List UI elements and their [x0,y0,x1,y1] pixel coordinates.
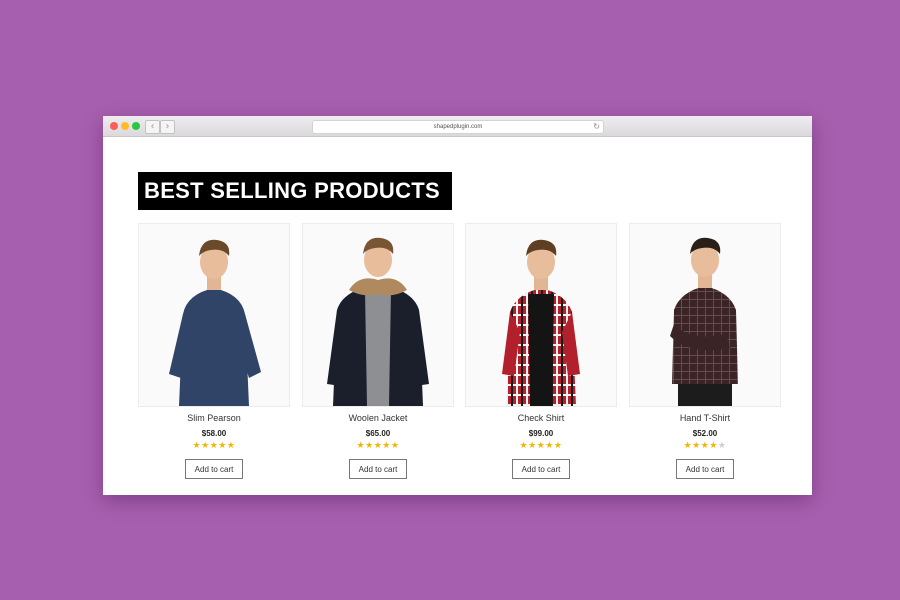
star-filled-icon: ★ [536,441,546,451]
star-filled-icon: ★ [519,441,529,451]
star-filled-icon: ★ [390,441,400,451]
star-filled-icon: ★ [373,441,383,451]
product-card: Hand T-Shirt $52.00 ★★★★★ Add to cart [629,223,781,479]
product-price: $65.00 [365,429,391,438]
star-filled-icon: ★ [382,441,391,451]
product-card: Check Shirt $99.00 ★★★★★ Add to cart [465,223,617,479]
product-card: Woolen Jacket $65.00 ★★★★★ Add to cart [302,223,454,479]
minimize-window-icon[interactable] [121,122,129,130]
star-filled-icon: ★ [683,441,693,451]
close-window-icon[interactable] [110,122,118,130]
model-photo [169,239,261,406]
model-photo [670,237,738,406]
star-filled-icon: ★ [692,441,701,451]
model-photo [502,239,580,406]
star-empty-icon: ★ [717,441,727,451]
star-filled-icon: ★ [709,441,718,451]
star-rating: ★★★★★ [302,441,454,452]
forward-arrow-icon[interactable]: › [160,120,175,134]
star-filled-icon: ★ [218,441,227,451]
product-card: Slim Pearson $58.00 ★★★★★ Add to cart [138,223,290,479]
back-arrow-icon[interactable]: ‹ [145,120,160,134]
add-to-cart-button[interactable]: Add to cart [349,459,407,479]
product-image[interactable] [629,223,781,407]
star-filled-icon: ★ [192,441,202,451]
browser-titlebar: ‹ › shapedplugin.com ↻ [103,116,812,137]
product-image[interactable] [138,223,290,407]
section-title: BEST SELLING PRODUCTS [138,172,452,210]
star-filled-icon: ★ [356,441,366,451]
star-filled-icon: ★ [365,441,374,451]
reload-icon[interactable]: ↻ [593,121,600,133]
star-filled-icon: ★ [545,441,554,451]
model-photo [327,237,429,406]
maximize-window-icon[interactable] [132,122,140,130]
product-price: $58.00 [201,429,227,438]
add-to-cart-button[interactable]: Add to cart [185,459,243,479]
address-bar[interactable]: shapedplugin.com ↻ [312,120,604,134]
star-filled-icon: ★ [700,441,710,451]
browser-window: ‹ › shapedplugin.com ↻ BEST SELLING PROD… [103,116,812,495]
product-price: $99.00 [528,429,554,438]
product-price: $52.00 [692,429,718,438]
add-to-cart-button[interactable]: Add to cart [676,459,734,479]
product-name[interactable]: Check Shirt [465,413,617,423]
star-rating: ★★★★★ [465,441,617,452]
star-filled-icon: ★ [201,441,210,451]
star-filled-icon: ★ [528,441,537,451]
star-rating: ★★★★★ [629,441,781,452]
product-image[interactable] [465,223,617,407]
product-name[interactable]: Woolen Jacket [302,413,454,423]
product-name[interactable]: Hand T-Shirt [629,413,781,423]
product-name[interactable]: Slim Pearson [138,413,290,423]
star-rating: ★★★★★ [138,441,290,452]
product-image[interactable] [302,223,454,407]
add-to-cart-button[interactable]: Add to cart [512,459,570,479]
address-bar-url: shapedplugin.com [433,124,483,130]
star-filled-icon: ★ [553,441,563,451]
star-filled-icon: ★ [226,441,236,451]
star-filled-icon: ★ [209,441,219,451]
